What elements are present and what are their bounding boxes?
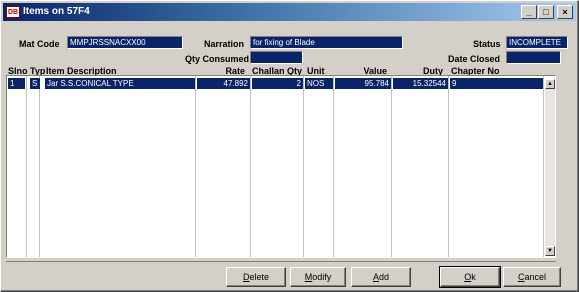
ok-button[interactable]: Ok xyxy=(439,266,501,288)
add-button[interactable]: Add xyxy=(351,267,411,287)
cell-duty[interactable]: 15.32544 xyxy=(393,78,448,89)
grid-col-item-description xyxy=(45,76,196,257)
narration-label: Narration xyxy=(204,39,245,49)
date-closed-label: Date Closed xyxy=(448,54,501,64)
date-closed-field[interactable] xyxy=(506,51,561,64)
cell-unit[interactable]: NOS xyxy=(305,78,333,89)
close-button[interactable]: × xyxy=(557,5,573,19)
modify-button[interactable]: Modify xyxy=(290,267,346,287)
delete-button-label: elete xyxy=(249,272,270,282)
grid-col-value xyxy=(335,76,392,257)
cell-typ[interactable]: S xyxy=(30,78,40,89)
maximize-button[interactable]: □ xyxy=(538,5,554,19)
grid-col-unit xyxy=(305,76,334,257)
ok-button-label: k xyxy=(471,272,476,282)
cell-value[interactable]: 95.784 xyxy=(335,78,391,89)
cell-item-description[interactable]: Jar S.S.CONICAL TYPE xyxy=(45,78,195,89)
cell-chapter-no[interactable]: 9 xyxy=(450,78,543,89)
scroll-down-icon[interactable]: ▼ xyxy=(545,246,555,256)
items-grid[interactable]: 1 S Jar S.S.CONICAL TYPE 47.892 2 NOS 95… xyxy=(6,75,556,258)
title-bar[interactable]: DB Items on 57F4 _ □ × xyxy=(3,3,576,21)
cell-slno[interactable]: 1 xyxy=(8,78,25,89)
window-title: Items on 57F4 xyxy=(23,6,90,17)
narration-field[interactable]: for fixing of Blade xyxy=(250,36,403,49)
cancel-button-label: ancel xyxy=(524,272,546,282)
cancel-button[interactable]: Cancel xyxy=(503,267,561,287)
scroll-up-icon[interactable]: ▲ xyxy=(545,79,555,89)
qty-consumed-label: Qty Consumed xyxy=(185,54,250,64)
items-window: DB Items on 57F4 _ □ × Mat Code MMPJRSSN… xyxy=(0,0,579,292)
cell-challan-qty[interactable]: 2 xyxy=(252,78,303,89)
grid-col-challan-qty xyxy=(252,76,304,257)
grid-col-duty xyxy=(393,76,449,257)
add-button-label: dd xyxy=(379,272,390,282)
cell-rate[interactable]: 47.892 xyxy=(197,78,250,89)
modify-button-label: odify xyxy=(312,272,332,282)
app-icon: DB xyxy=(6,6,20,18)
grid-col-rate xyxy=(197,76,251,257)
mat-code-field[interactable]: MMPJRSSNACXX00 xyxy=(67,36,183,49)
status-field[interactable]: INCOMPLETE xyxy=(506,36,568,49)
grid-col-typ xyxy=(28,76,40,257)
qty-consumed-field[interactable] xyxy=(250,51,303,64)
mat-code-label: Mat Code xyxy=(19,39,60,49)
grid-vertical-scrollbar[interactable]: ▲ ▼ xyxy=(545,79,555,256)
delete-button[interactable]: Delete xyxy=(226,267,286,287)
divider xyxy=(6,261,556,262)
status-label: Status xyxy=(473,39,501,49)
grid-col-slno xyxy=(7,76,27,257)
minimize-button[interactable]: _ xyxy=(521,5,537,19)
grid-col-chapter-no xyxy=(450,76,544,257)
